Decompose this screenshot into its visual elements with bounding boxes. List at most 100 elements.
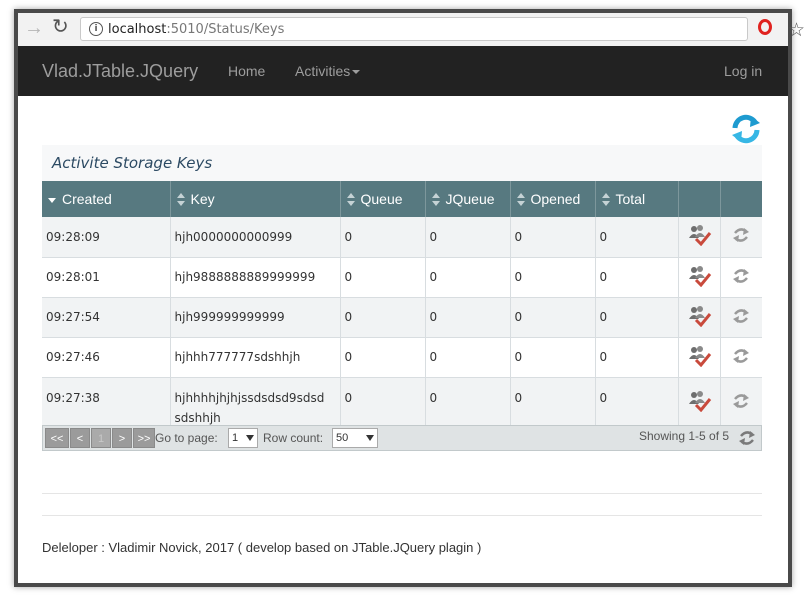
table-row[interactable]: 09:28:01 hjh9888888889999999 0 0 0 0 <box>42 257 762 298</box>
row-refresh-icon[interactable] <box>732 227 750 243</box>
first-page-button[interactable]: << <box>45 428 69 448</box>
nav-activities-dropdown[interactable]: Activities <box>295 63 361 79</box>
cell-key: hjh999999999999 <box>170 297 341 338</box>
refresh-cell <box>720 297 762 338</box>
pager-refresh-icon[interactable] <box>738 430 756 446</box>
cell-key: hjh0000000000999 <box>170 217 341 258</box>
sort-icon <box>516 193 526 207</box>
users-check-icon[interactable] <box>686 224 712 247</box>
row-refresh-icon[interactable] <box>732 268 750 284</box>
table-header-row: Created Key Queue JQueue Opened Total <box>42 181 762 217</box>
refresh-icon[interactable] <box>730 113 762 145</box>
keys-table: Created Key Queue JQueue Opened Total 09… <box>42 181 762 429</box>
refresh-cell <box>720 257 762 298</box>
prev-page-button[interactable]: < <box>70 428 90 448</box>
brand-link[interactable]: Vlad.JTable.JQuery <box>42 61 198 82</box>
caret-down-icon <box>352 70 361 75</box>
browser-window: → ↻ i localhost:5010/Status/Keys ☆ Vlad.… <box>14 9 805 587</box>
row-count-select[interactable]: 50 <box>332 428 378 448</box>
row-refresh-icon[interactable] <box>732 308 750 324</box>
refresh-cell <box>720 377 762 429</box>
cell-jqueue: 0 <box>425 257 511 298</box>
cell-created: 09:27:38 <box>42 377 171 429</box>
sort-icon <box>431 193 441 207</box>
cell-created: 09:27:46 <box>42 337 171 378</box>
users-check-icon[interactable] <box>686 265 712 287</box>
table-row[interactable]: 09:27:54 hjh999999999999 0 0 0 0 <box>42 297 762 338</box>
nav-login-link[interactable]: Log in <box>724 63 762 79</box>
bookmark-star-icon[interactable]: ☆ <box>788 19 805 42</box>
current-page-button[interactable]: 1 <box>91 428 111 448</box>
cell-created: 09:28:01 <box>42 257 171 298</box>
browser-toolbar: → ↻ i localhost:5010/Status/Keys ☆ <box>18 13 805 47</box>
table-row[interactable]: 09:28:09 hjh0000000000999 0 0 0 0 <box>42 217 762 258</box>
column-header-key[interactable]: Key <box>170 181 341 217</box>
column-header-total[interactable]: Total <box>595 181 679 217</box>
details-cell <box>678 337 721 378</box>
table-row[interactable]: 09:27:46 hjhhh777777sdshhjh 0 0 0 0 <box>42 337 762 378</box>
row-count-value: 50 <box>336 432 349 444</box>
details-cell <box>678 217 721 258</box>
pager: << < 1 > >> Go to page: 1 Row count: 50 … <box>42 425 762 451</box>
column-header-created[interactable]: Created <box>42 181 171 217</box>
column-label: Queue <box>360 190 403 207</box>
users-check-icon[interactable] <box>686 390 712 413</box>
reload-icon[interactable]: ↻ <box>52 16 72 38</box>
info-icon[interactable]: i <box>89 22 103 36</box>
showing-info: Showing 1-5 of 5 <box>639 429 730 443</box>
column-header-queue[interactable]: Queue <box>340 181 426 217</box>
users-check-icon[interactable] <box>686 305 712 327</box>
sort-icon <box>176 193 186 207</box>
goto-page-value: 1 <box>232 432 239 444</box>
cell-opened: 0 <box>510 297 596 338</box>
cell-jqueue: 0 <box>425 297 511 338</box>
navbar: Vlad.JTable.JQuery Home Activities Log i… <box>18 46 788 96</box>
cell-opened: 0 <box>510 217 596 258</box>
table-row[interactable]: 09:27:38 hjhhhhjhjhjssdsdsd9sdsd sdshhjh … <box>42 377 762 429</box>
nav-home-link[interactable]: Home <box>228 63 265 79</box>
key-line-2: sdshhjh <box>174 410 221 425</box>
column-header-jqueue[interactable]: JQueue <box>425 181 511 217</box>
cell-jqueue: 0 <box>425 377 511 429</box>
refresh-cell <box>720 337 762 378</box>
row-refresh-icon[interactable] <box>732 393 750 409</box>
cell-opened: 0 <box>510 257 596 298</box>
cell-total: 0 <box>595 297 679 338</box>
table-title: Activite Storage Keys <box>52 154 213 172</box>
divider <box>42 515 762 516</box>
table-title-bar: Activite Storage Keys <box>42 145 762 181</box>
address-bar[interactable]: i localhost:5010/Status/Keys ☆ <box>80 17 805 41</box>
cell-queue: 0 <box>340 217 426 258</box>
url-host: localhost <box>108 22 167 37</box>
select-arrow-icon <box>366 435 374 441</box>
sort-icon <box>346 193 356 207</box>
last-page-button[interactable]: >> <box>133 428 155 448</box>
refresh-cell <box>720 217 762 258</box>
column-label: Created <box>62 190 112 207</box>
cell-queue: 0 <box>340 257 426 298</box>
column-label: Opened <box>530 190 581 207</box>
key-line-1: hjhhhhjhjhjssdsdsd9sdsd <box>174 390 325 405</box>
goto-page-select[interactable]: 1 <box>228 428 258 448</box>
url-text[interactable]: localhost:5010/Status/Keys <box>108 22 284 37</box>
sort-desc-icon <box>48 193 57 207</box>
divider <box>42 493 762 494</box>
column-header-action1 <box>678 181 721 217</box>
row-refresh-icon[interactable] <box>732 348 750 364</box>
details-cell <box>678 297 721 338</box>
cell-opened: 0 <box>510 377 596 429</box>
opera-icon[interactable] <box>758 19 772 35</box>
back-arrow-icon[interactable]: → <box>24 18 44 38</box>
next-page-button[interactable]: > <box>112 428 132 448</box>
cell-key: hjh9888888889999999 <box>170 257 341 298</box>
column-label: Key <box>190 190 215 207</box>
column-header-action2 <box>720 181 762 217</box>
cell-jqueue: 0 <box>425 337 511 378</box>
cell-total: 0 <box>595 217 679 258</box>
cell-created: 09:28:09 <box>42 217 171 258</box>
users-check-icon[interactable] <box>686 345 712 367</box>
footer-text: Deleloper : Vladimir Novick, 2017 ( deve… <box>42 540 482 555</box>
cell-opened: 0 <box>510 337 596 378</box>
cell-jqueue: 0 <box>425 217 511 258</box>
column-header-opened[interactable]: Opened <box>510 181 596 217</box>
